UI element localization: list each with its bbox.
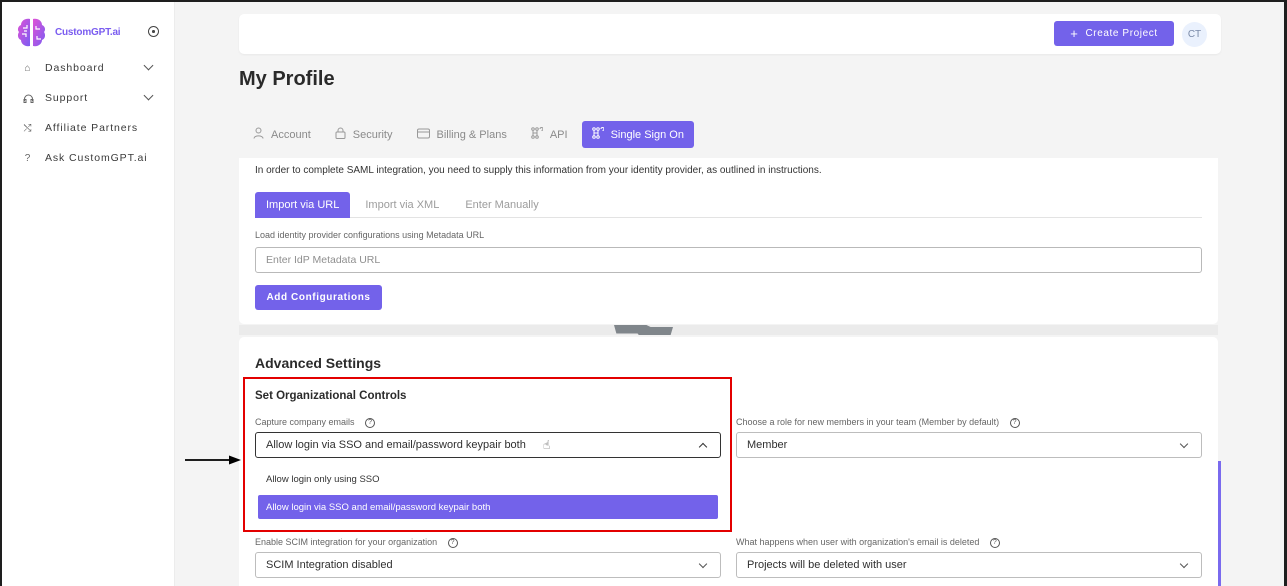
tab-label: Billing & Plans	[436, 128, 507, 141]
window-frame-top	[0, 0, 1287, 2]
metadata-url-input[interactable]	[255, 247, 1202, 273]
api-icon	[531, 127, 544, 142]
affiliate-icon: ⤭	[23, 122, 33, 134]
collapse-sidebar-button[interactable]	[148, 26, 159, 37]
section-divider	[239, 325, 1218, 335]
headphones-icon	[22, 93, 34, 104]
option-sso-and-password[interactable]: Allow login via SSO and email/password k…	[258, 495, 718, 519]
chevron-down-icon	[143, 60, 154, 71]
label-text: Capture company emails	[255, 417, 355, 427]
sidebar-item-label: Affiliate Partners	[45, 122, 139, 134]
select-value: Member	[747, 439, 788, 451]
user-icon	[253, 127, 264, 142]
annotation-arrow-icon	[185, 455, 241, 465]
sso-config-card: In order to complete SAML integration, y…	[239, 158, 1218, 324]
label-text: Choose a role for new members in your te…	[736, 417, 1000, 427]
sidebar: CustomGPT.ai ⌂ Dashboard Support ⤭ Affil…	[2, 2, 175, 586]
question-icon: ?	[24, 152, 32, 164]
brain-logo-icon	[17, 18, 46, 47]
import-method-tabs: Import via URL Import via XML Enter Manu…	[255, 192, 1202, 218]
member-role-select[interactable]: Member	[736, 432, 1202, 458]
deleted-user-label: What happens when user with organization…	[736, 537, 1000, 548]
deleted-user-select[interactable]: Projects will be deleted with user	[736, 552, 1202, 578]
scrollbar-accent[interactable]	[1218, 461, 1221, 586]
chevron-down-icon	[698, 559, 708, 569]
saml-intro-text: In order to complete SAML integration, y…	[255, 165, 822, 176]
subtab-enter-manually[interactable]: Enter Manually	[454, 192, 549, 218]
tab-label: Account	[271, 128, 311, 141]
scim-label: Enable SCIM integration for your organiz…	[255, 537, 458, 548]
member-role-label: Choose a role for new members in your te…	[736, 417, 1020, 428]
add-configurations-button[interactable]: Add Configurations	[255, 285, 382, 310]
capture-emails-label: Capture company emails ?	[255, 417, 376, 428]
chevron-up-icon	[698, 442, 708, 452]
tab-single-sign-on[interactable]: Single Sign On	[581, 121, 694, 148]
scim-select[interactable]: SCIM Integration disabled	[255, 552, 721, 578]
advanced-settings-card: Advanced Settings Set Organizational Con…	[239, 337, 1218, 586]
tab-security[interactable]: Security	[325, 121, 403, 148]
brand-name: CustomGPT.ai	[55, 27, 121, 38]
subtab-import-via-url[interactable]: Import via URL	[255, 192, 351, 218]
tab-label: Security	[352, 128, 393, 141]
capture-emails-dropdown: Allow login only using SSO Allow login v…	[255, 466, 721, 523]
create-project-button[interactable]: + Create Project	[1054, 21, 1174, 46]
sidebar-item-label: Support	[45, 92, 89, 104]
chevron-down-icon	[1179, 439, 1189, 449]
select-value: SCIM Integration disabled	[266, 559, 393, 571]
tab-label: API	[549, 128, 568, 141]
help-icon[interactable]: ?	[1009, 417, 1020, 428]
create-project-label: Create Project	[1085, 28, 1158, 39]
top-bar: + Create Project CT	[239, 14, 1221, 54]
advanced-settings-title: Advanced Settings	[255, 355, 382, 371]
option-sso-only[interactable]: Allow login only using SSO	[258, 467, 718, 491]
metadata-url-label: Load identity provider configurations us…	[255, 230, 485, 240]
label-text: Enable SCIM integration for your organiz…	[255, 537, 438, 547]
window-frame-left	[0, 0, 2, 586]
avatar[interactable]: CT	[1182, 22, 1207, 47]
credit-card-icon	[416, 128, 430, 142]
home-icon: ⌂	[24, 62, 32, 74]
lock-icon	[335, 127, 346, 142]
sidebar-item-label: Ask CustomGPT.ai	[45, 152, 148, 164]
tab-label: Single Sign On	[610, 128, 684, 141]
hand-cursor-icon: ☝	[543, 438, 551, 452]
tab-billing-plans[interactable]: Billing & Plans	[407, 121, 517, 148]
label-text: What happens when user with organization…	[736, 537, 980, 547]
sidebar-item-dashboard[interactable]: ⌂ Dashboard	[22, 59, 154, 77]
page-title: My Profile	[239, 68, 335, 90]
tab-account[interactable]: Account	[243, 121, 321, 148]
logo[interactable]: CustomGPT.ai	[15, 16, 121, 49]
plus-icon: +	[1070, 26, 1079, 41]
help-icon[interactable]: ?	[365, 417, 376, 428]
profile-tabs: Account Security Billing & Plans API Sin…	[243, 121, 698, 148]
sidebar-item-support[interactable]: Support	[22, 89, 154, 107]
help-icon[interactable]: ?	[989, 537, 1000, 548]
org-controls-title: Set Organizational Controls	[255, 390, 407, 402]
chevron-down-icon	[143, 90, 154, 101]
help-icon[interactable]: ?	[447, 537, 458, 548]
select-value: Allow login via SSO and email/password k…	[266, 439, 526, 451]
sidebar-item-label: Dashboard	[45, 62, 105, 74]
select-value: Projects will be deleted with user	[747, 559, 907, 571]
sidebar-item-affiliate-partners[interactable]: ⤭ Affiliate Partners	[22, 119, 152, 137]
tab-api[interactable]: API	[521, 121, 578, 148]
sso-icon	[591, 127, 605, 142]
sidebar-item-ask-customgpt[interactable]: ? Ask CustomGPT.ai	[22, 149, 152, 167]
chevron-down-icon	[1179, 559, 1189, 569]
subtab-import-via-xml[interactable]: Import via XML	[354, 192, 450, 218]
capture-emails-select[interactable]: Allow login via SSO and email/password k…	[255, 432, 721, 458]
